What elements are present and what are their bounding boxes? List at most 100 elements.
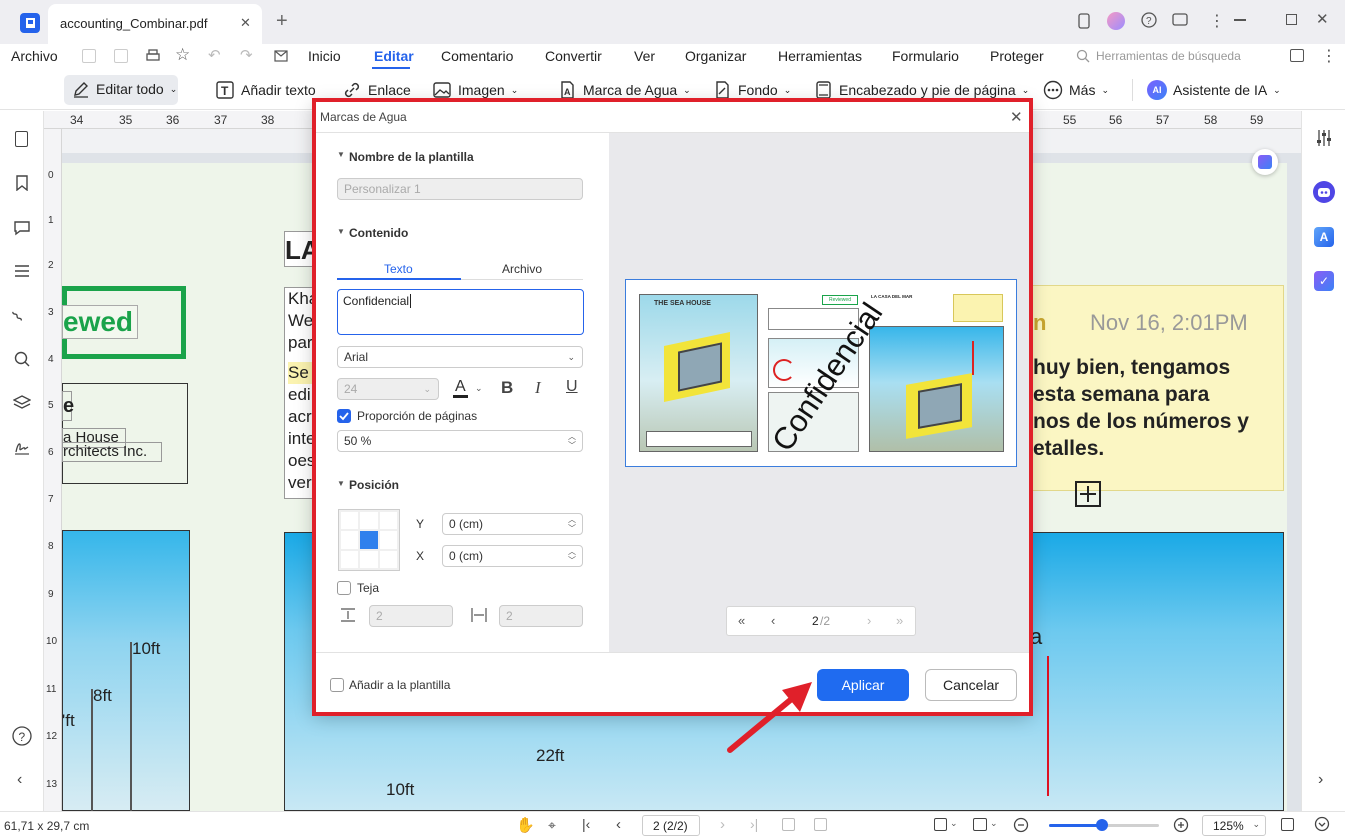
- save-as-icon[interactable]: [114, 49, 128, 63]
- plus-box-icon[interactable]: [1075, 481, 1101, 507]
- page-indicator-input[interactable]: 2 (2/2): [642, 815, 700, 836]
- properties-sliders-icon[interactable]: [1315, 129, 1333, 147]
- prev-page-nav-icon[interactable]: ‹: [616, 816, 621, 833]
- star-icon[interactable]: ☆: [175, 45, 190, 65]
- prev-page-icon[interactable]: ‹: [771, 613, 775, 628]
- next-page-nav-icon[interactable]: ›: [720, 816, 725, 833]
- redo-icon[interactable]: ↷: [240, 46, 253, 64]
- page-ratio-stepper[interactable]: 50 % ︿ ﹀: [337, 430, 583, 452]
- font-select[interactable]: Arial ⌄: [337, 346, 583, 368]
- save-icon[interactable]: [82, 49, 96, 63]
- view-mode-icon[interactable]: [934, 818, 947, 831]
- menu-convertir[interactable]: Convertir: [545, 48, 602, 64]
- check-task-icon[interactable]: ✓: [1314, 271, 1334, 291]
- layers-list-icon[interactable]: [14, 264, 30, 278]
- page-layout-icon[interactable]: [973, 818, 987, 831]
- add-text-button[interactable]: T Añadir texto: [215, 80, 316, 100]
- first-page-nav-icon[interactable]: |‹: [582, 816, 590, 832]
- zoom-out-icon[interactable]: [1013, 817, 1029, 833]
- more-vertical-icon[interactable]: ⋮: [1209, 11, 1225, 31]
- next-page-icon[interactable]: ›: [867, 613, 871, 628]
- edit-all-button[interactable]: Editar todo ⌄: [72, 80, 177, 98]
- chevron-down-icon[interactable]: ⌄: [475, 383, 483, 394]
- bold-icon[interactable]: B: [501, 378, 513, 398]
- menu-comentario[interactable]: Comentario: [441, 48, 513, 64]
- feedback-icon[interactable]: [1172, 13, 1188, 27]
- header-footer-button[interactable]: Encabezado y pie de página ⌄: [813, 80, 1029, 100]
- first-page-icon[interactable]: «: [738, 613, 745, 628]
- layers-icon[interactable]: [13, 395, 31, 411]
- pages-icon[interactable]: [15, 131, 28, 147]
- italic-icon[interactable]: I: [535, 378, 541, 398]
- collapse-right-icon[interactable]: ›: [1318, 771, 1323, 789]
- new-tab-icon[interactable]: +: [276, 10, 288, 33]
- font-size-select[interactable]: 24 ⌄: [337, 378, 439, 400]
- position-grid[interactable]: [338, 509, 400, 571]
- underline-icon[interactable]: U: [566, 378, 578, 396]
- menu-more-icon[interactable]: ⋮: [1321, 46, 1337, 66]
- fit-page-icon[interactable]: [782, 818, 795, 831]
- y-position-stepper[interactable]: 0 (cm) ︿ ﹀: [442, 513, 583, 535]
- zoom-in-icon[interactable]: [1173, 817, 1189, 833]
- template-name-input[interactable]: Personalizar 1: [337, 178, 583, 200]
- scroll-down-icon[interactable]: [1314, 816, 1330, 832]
- menu-formulario[interactable]: Formulario: [892, 48, 959, 64]
- collapse-arrow-icon[interactable]: ▼: [337, 150, 345, 159]
- watermark-text-input[interactable]: Confidencial: [337, 289, 584, 335]
- undo-icon[interactable]: ↶: [208, 46, 221, 64]
- tile-horizontal-input[interactable]: 2: [499, 605, 583, 627]
- ai-bot-icon[interactable]: [1313, 181, 1335, 203]
- collapse-arrow-icon[interactable]: ▼: [337, 479, 345, 488]
- watermark-button[interactable]: A Marca de Agua ⌄: [557, 80, 691, 100]
- zoom-slider[interactable]: [1049, 819, 1159, 831]
- attachment-icon[interactable]: ⌇: [8, 307, 28, 327]
- menu-editar[interactable]: Editar: [374, 48, 414, 64]
- menu-ver[interactable]: Ver: [634, 48, 655, 64]
- add-to-template-checkbox[interactable]: [330, 678, 344, 692]
- translate-icon[interactable]: A: [1314, 227, 1334, 247]
- menu-organizar[interactable]: Organizar: [685, 48, 746, 64]
- image-button[interactable]: Imagen ⌄: [432, 80, 518, 100]
- panel-toggle-icon[interactable]: [1290, 49, 1304, 62]
- print-icon[interactable]: [145, 48, 161, 64]
- document-tab[interactable]: accounting_Combinar.pdf ✕: [48, 4, 262, 44]
- dialog-close-icon[interactable]: ✕: [1010, 108, 1023, 126]
- cancel-button[interactable]: Cancelar: [925, 669, 1017, 701]
- tab-text[interactable]: Texto: [384, 262, 413, 276]
- help-circle-icon[interactable]: ?: [12, 726, 32, 746]
- hand-tool-icon[interactable]: ✋: [516, 816, 535, 834]
- device-icon[interactable]: [1078, 13, 1090, 29]
- preview-page-current[interactable]: 2: [812, 614, 819, 628]
- apply-button[interactable]: Aplicar: [817, 669, 909, 701]
- search-tools-input[interactable]: Herramientas de búsqueda: [1096, 49, 1241, 63]
- tile-vertical-input[interactable]: 2: [369, 605, 453, 627]
- minimize-icon[interactable]: [1234, 19, 1246, 21]
- last-page-nav-icon[interactable]: ›|: [750, 816, 758, 832]
- tab-file[interactable]: Archivo: [502, 262, 542, 276]
- bookmark-icon[interactable]: [16, 175, 28, 191]
- x-position-stepper[interactable]: 0 (cm) ︿ ﹀: [442, 545, 583, 567]
- more-button[interactable]: Más ⌄: [1043, 80, 1109, 100]
- menu-herramientas[interactable]: Herramientas: [778, 48, 862, 64]
- ai-assistant-button[interactable]: AI Asistente de IA ⌄: [1147, 80, 1281, 100]
- menu-inicio[interactable]: Inicio: [308, 48, 341, 64]
- mail-icon[interactable]: [274, 50, 288, 62]
- page-ratio-checkbox[interactable]: [337, 409, 351, 423]
- zoom-select[interactable]: 125% ⌄: [1202, 815, 1266, 836]
- menu-proteger[interactable]: Proteger: [990, 48, 1044, 64]
- select-tool-icon[interactable]: ⌖: [548, 817, 556, 834]
- last-page-icon[interactable]: »: [896, 613, 903, 628]
- font-color-icon[interactable]: A: [453, 379, 468, 398]
- maximize-icon[interactable]: [1286, 14, 1297, 25]
- floating-assistant-button[interactable]: [1252, 149, 1278, 175]
- fit-width-icon[interactable]: [814, 818, 827, 831]
- link-button[interactable]: Enlace: [342, 80, 411, 100]
- tab-close-icon[interactable]: ✕: [240, 15, 251, 31]
- collapse-arrow-icon[interactable]: ▼: [337, 227, 345, 236]
- tile-checkbox[interactable]: [337, 581, 351, 595]
- background-button[interactable]: Fondo ⌄: [712, 80, 791, 100]
- avatar[interactable]: [1107, 12, 1125, 30]
- menu-archivo[interactable]: Archivo: [11, 48, 58, 64]
- fullscreen-icon[interactable]: [1281, 818, 1294, 831]
- collapse-left-icon[interactable]: ‹: [17, 771, 22, 789]
